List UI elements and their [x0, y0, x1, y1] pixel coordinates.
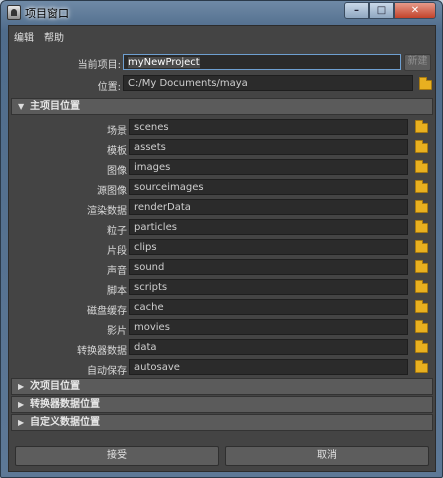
close-button[interactable]: ✕: [394, 2, 436, 19]
section-custom-label: 自定义数据位置: [30, 417, 100, 428]
location-row-input[interactable]: renderData: [129, 199, 408, 215]
location-row-label: 磁盘缓存: [87, 306, 127, 317]
location-row-input[interactable]: scenes: [129, 119, 408, 135]
section-primary-header[interactable]: ▼ 主项目位置: [11, 98, 433, 115]
project-window: 项目窗口 – □ ✕ 编辑 帮助 当前项目: myNewProject 新建 位…: [0, 0, 443, 478]
cancel-button[interactable]: 取消: [225, 446, 429, 466]
folder-icon[interactable]: [415, 240, 428, 253]
location-row-label: 粒子: [107, 226, 127, 237]
folder-icon[interactable]: [415, 180, 428, 193]
section-primary-label: 主项目位置: [30, 101, 80, 112]
location-row-input[interactable]: assets: [129, 139, 408, 155]
location-row-label: 自动保存: [87, 366, 127, 377]
location-row-input[interactable]: autosave: [129, 359, 408, 375]
location-field[interactable]: C:/My Documents/maya: [123, 75, 413, 91]
location-row-label: 图像: [107, 166, 127, 177]
folder-icon[interactable]: [415, 260, 428, 273]
triangle-right-icon: ▶: [18, 418, 25, 427]
triangle-right-icon: ▶: [18, 400, 25, 409]
location-label: 位置:: [97, 82, 121, 93]
folder-icon[interactable]: [415, 360, 428, 373]
window-title: 项目窗口: [25, 7, 69, 20]
location-row-input[interactable]: clips: [129, 239, 408, 255]
location-row-input[interactable]: images: [129, 159, 408, 175]
location-row-input[interactable]: scripts: [129, 279, 408, 295]
new-project-button[interactable]: 新建: [404, 54, 431, 71]
folder-icon[interactable]: [415, 120, 428, 133]
folder-icon[interactable]: [415, 220, 428, 233]
menu-edit[interactable]: 编辑: [14, 29, 34, 44]
menu-help[interactable]: 帮助: [44, 29, 64, 44]
window-controls: – □ ✕: [344, 2, 436, 19]
current-project-input[interactable]: myNewProject: [123, 54, 401, 70]
current-project-label: 当前项目:: [77, 60, 121, 71]
window-content: 编辑 帮助 当前项目: myNewProject 新建 位置: C:/My Do…: [8, 25, 436, 472]
location-row-input[interactable]: sourceimages: [129, 179, 408, 195]
location-row-input[interactable]: sound: [129, 259, 408, 275]
folder-icon[interactable]: [415, 200, 428, 213]
section-custom-header[interactable]: ▶ 自定义数据位置: [11, 414, 433, 431]
location-row-label: 源图像: [97, 186, 127, 197]
section-translator-header[interactable]: ▶ 转换器数据位置: [11, 396, 433, 413]
folder-icon[interactable]: [419, 77, 432, 90]
folder-icon[interactable]: [415, 320, 428, 333]
menu-bar: 编辑 帮助: [9, 26, 435, 44]
location-row-label: 片段: [107, 246, 127, 257]
maximize-button[interactable]: □: [369, 2, 394, 19]
location-row-input[interactable]: cache: [129, 299, 408, 315]
location-row-label: 影片: [107, 326, 127, 337]
triangle-right-icon: ▶: [18, 382, 25, 391]
location-row-label: 模板: [107, 146, 127, 157]
section-translator-label: 转换器数据位置: [30, 399, 100, 410]
folder-icon[interactable]: [415, 160, 428, 173]
location-row-label: 渲染数据: [87, 206, 127, 217]
section-secondary-label: 次项目位置: [30, 381, 80, 392]
folder-icon[interactable]: [415, 140, 428, 153]
location-row-input[interactable]: movies: [129, 319, 408, 335]
maya-app-icon: [7, 5, 21, 20]
location-row-label: 场景: [107, 126, 127, 137]
location-row-input[interactable]: data: [129, 339, 408, 355]
folder-icon[interactable]: [415, 340, 428, 353]
accept-button[interactable]: 接受: [15, 446, 219, 466]
location-row-input[interactable]: particles: [129, 219, 408, 235]
location-row-label: 声音: [107, 266, 127, 277]
folder-icon[interactable]: [415, 280, 428, 293]
title-bar[interactable]: 项目窗口 – □ ✕: [1, 1, 442, 25]
current-project-value: myNewProject: [128, 57, 200, 68]
location-row-label: 转换器数据: [77, 346, 127, 357]
folder-icon[interactable]: [415, 300, 428, 313]
location-row-label: 脚本: [107, 286, 127, 297]
section-secondary-header[interactable]: ▶ 次项目位置: [11, 378, 433, 395]
triangle-down-icon: ▼: [18, 102, 25, 111]
minimize-button[interactable]: –: [344, 2, 369, 19]
